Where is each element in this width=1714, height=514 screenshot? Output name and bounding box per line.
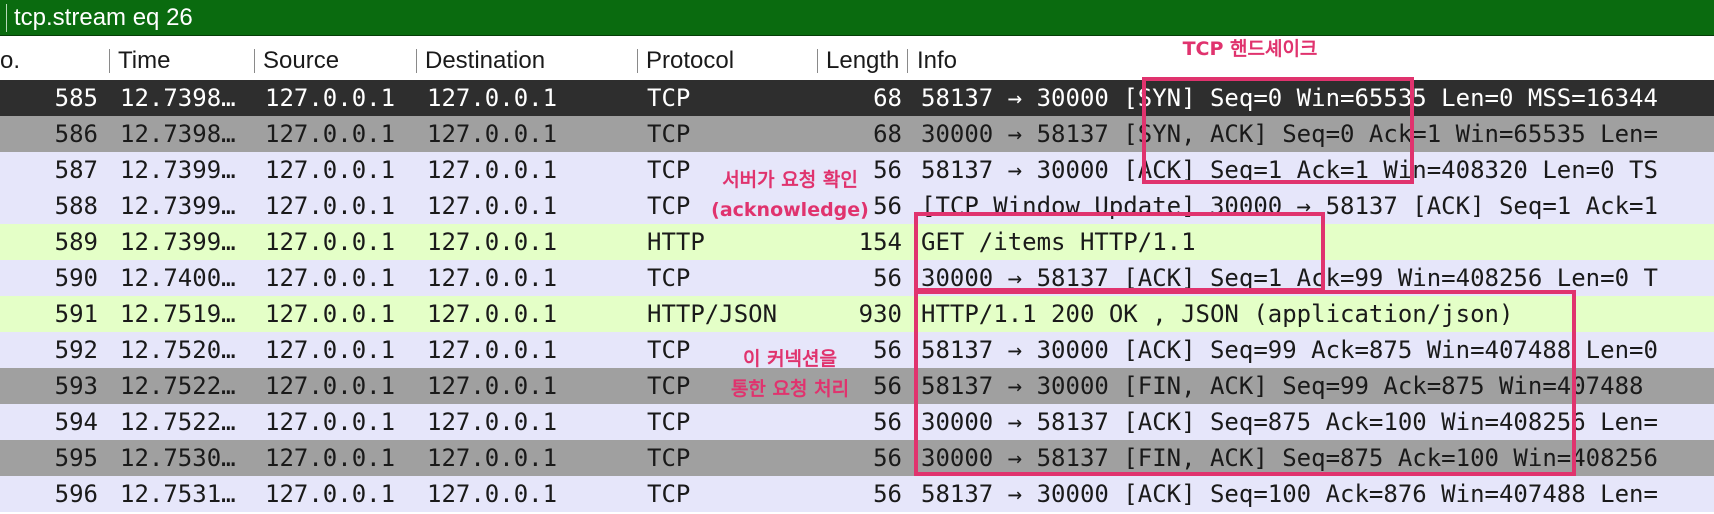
packet-time: 12.7519…	[120, 300, 236, 328]
packet-time: 12.7531…	[120, 480, 236, 508]
column-header-protocol[interactable]: Protocol	[646, 42, 812, 80]
column-header-time[interactable]: Time	[118, 42, 248, 80]
packet-protocol: TCP	[647, 120, 691, 148]
packet-source: 127.0.0.1	[265, 336, 396, 364]
packet-destination: 127.0.0.1	[427, 120, 558, 148]
packet-time: 12.7399…	[120, 192, 236, 220]
packet-number: 594	[54, 408, 98, 436]
column-divider[interactable]	[637, 49, 638, 73]
packet-time: 12.7530…	[120, 444, 236, 472]
connection-annotation-line2: 통한 요청 처리	[730, 378, 850, 400]
packet-source: 127.0.0.1	[265, 264, 396, 292]
packet-number: 587	[54, 156, 98, 184]
packet-protocol: TCP	[647, 84, 691, 112]
packet-source: 127.0.0.1	[265, 228, 396, 256]
packet-time: 12.7522…	[120, 408, 236, 436]
display-filter-input[interactable]: tcp.stream eq 26	[14, 2, 193, 34]
packet-source: 127.0.0.1	[265, 444, 396, 472]
packet-destination: 127.0.0.1	[427, 156, 558, 184]
packet-time: 12.7520…	[120, 336, 236, 364]
column-header-destination[interactable]: Destination	[425, 42, 635, 80]
packet-length: 930	[858, 300, 902, 328]
packet-list-header: o. Time Source Destination Protocol Leng…	[0, 42, 1714, 80]
packet-source: 127.0.0.1	[265, 156, 396, 184]
packet-number: 596	[54, 480, 98, 508]
packet-destination: 127.0.0.1	[427, 300, 558, 328]
packet-destination: 127.0.0.1	[427, 372, 558, 400]
packet-number: 588	[54, 192, 98, 220]
display-filter-bar[interactable]: tcp.stream eq 26	[0, 0, 1714, 36]
packet-number: 595	[54, 444, 98, 472]
packet-info: 58137 → 30000 [ACK] Seq=100 Ack=876 Win=…	[921, 480, 1658, 508]
packet-source: 127.0.0.1	[265, 84, 396, 112]
packet-protocol: TCP	[647, 480, 691, 508]
packet-source: 127.0.0.1	[265, 408, 396, 436]
packet-row[interactable]: 589 12.7399… 127.0.0.1 127.0.0.1 HTTP 154 GET …	[0, 224, 1714, 260]
ack-highlight-box	[914, 212, 1325, 292]
packet-row[interactable]: 585 12.7398… 127.0.0.1 127.0.0.1 TCP 68 58137 …	[0, 80, 1714, 116]
column-divider[interactable]	[109, 49, 110, 73]
packet-time: 12.7399…	[120, 228, 236, 256]
packet-destination: 127.0.0.1	[427, 228, 558, 256]
column-header-source[interactable]: Source	[263, 42, 413, 80]
packet-source: 127.0.0.1	[265, 480, 396, 508]
packet-length: 154	[858, 228, 902, 256]
packet-number: 586	[54, 120, 98, 148]
packet-destination: 127.0.0.1	[427, 192, 558, 220]
packet-time: 12.7399…	[120, 156, 236, 184]
column-divider[interactable]	[416, 49, 417, 73]
column-divider[interactable]	[254, 49, 255, 73]
packet-protocol: TCP	[647, 408, 691, 436]
packet-source: 127.0.0.1	[265, 372, 396, 400]
packet-time: 12.7398…	[120, 120, 236, 148]
packet-number: 592	[54, 336, 98, 364]
column-divider[interactable]	[817, 49, 818, 73]
packet-row[interactable]: 596 12.7531… 127.0.0.1 127.0.0.1 TCP 56 58137 …	[0, 476, 1714, 512]
handshake-highlight-box	[1142, 77, 1414, 184]
packet-destination: 127.0.0.1	[427, 336, 558, 364]
packet-destination: 127.0.0.1	[427, 408, 558, 436]
packet-destination: 127.0.0.1	[427, 444, 558, 472]
column-divider[interactable]	[907, 49, 908, 73]
packet-time: 12.7398…	[120, 84, 236, 112]
packet-length: 68	[873, 84, 902, 112]
packet-length: 56	[873, 408, 902, 436]
ack-annotation-line1: 서버가 요청 확인	[722, 169, 858, 191]
packet-protocol: TCP	[647, 444, 691, 472]
packet-source: 127.0.0.1	[265, 300, 396, 328]
packet-row[interactable]: 586 12.7398… 127.0.0.1 127.0.0.1 TCP 68 30000 …	[0, 116, 1714, 152]
packet-number: 593	[54, 372, 98, 400]
packet-number: 590	[54, 264, 98, 292]
packet-protocol: TCP	[647, 264, 691, 292]
connection-highlight-box	[914, 290, 1576, 476]
packet-destination: 127.0.0.1	[427, 480, 558, 508]
column-header-length[interactable]: Length	[826, 42, 903, 80]
packet-destination: 127.0.0.1	[427, 84, 558, 112]
packet-number: 591	[54, 300, 98, 328]
packet-source: 127.0.0.1	[265, 192, 396, 220]
packet-length: 68	[873, 120, 902, 148]
connection-annotation-line1: 이 커넥션을	[742, 348, 837, 370]
packet-time: 12.7400…	[120, 264, 236, 292]
packet-destination: 127.0.0.1	[427, 264, 558, 292]
column-header-no[interactable]: o.	[0, 42, 90, 80]
packet-protocol: HTTP	[647, 228, 705, 256]
packet-length: 56	[873, 480, 902, 508]
handshake-annotation: TCP 핸드셰이크	[1182, 38, 1318, 60]
packet-number: 589	[54, 228, 98, 256]
ack-annotation-line2: (acknowledge)	[711, 199, 869, 221]
packet-number: 585	[54, 84, 98, 112]
packet-source: 127.0.0.1	[265, 120, 396, 148]
packet-time: 12.7522…	[120, 372, 236, 400]
packet-length: 56	[873, 264, 902, 292]
packet-length: 56	[873, 444, 902, 472]
packet-protocol: HTTP/JSON	[647, 300, 778, 328]
filter-bar-divider	[6, 4, 7, 32]
